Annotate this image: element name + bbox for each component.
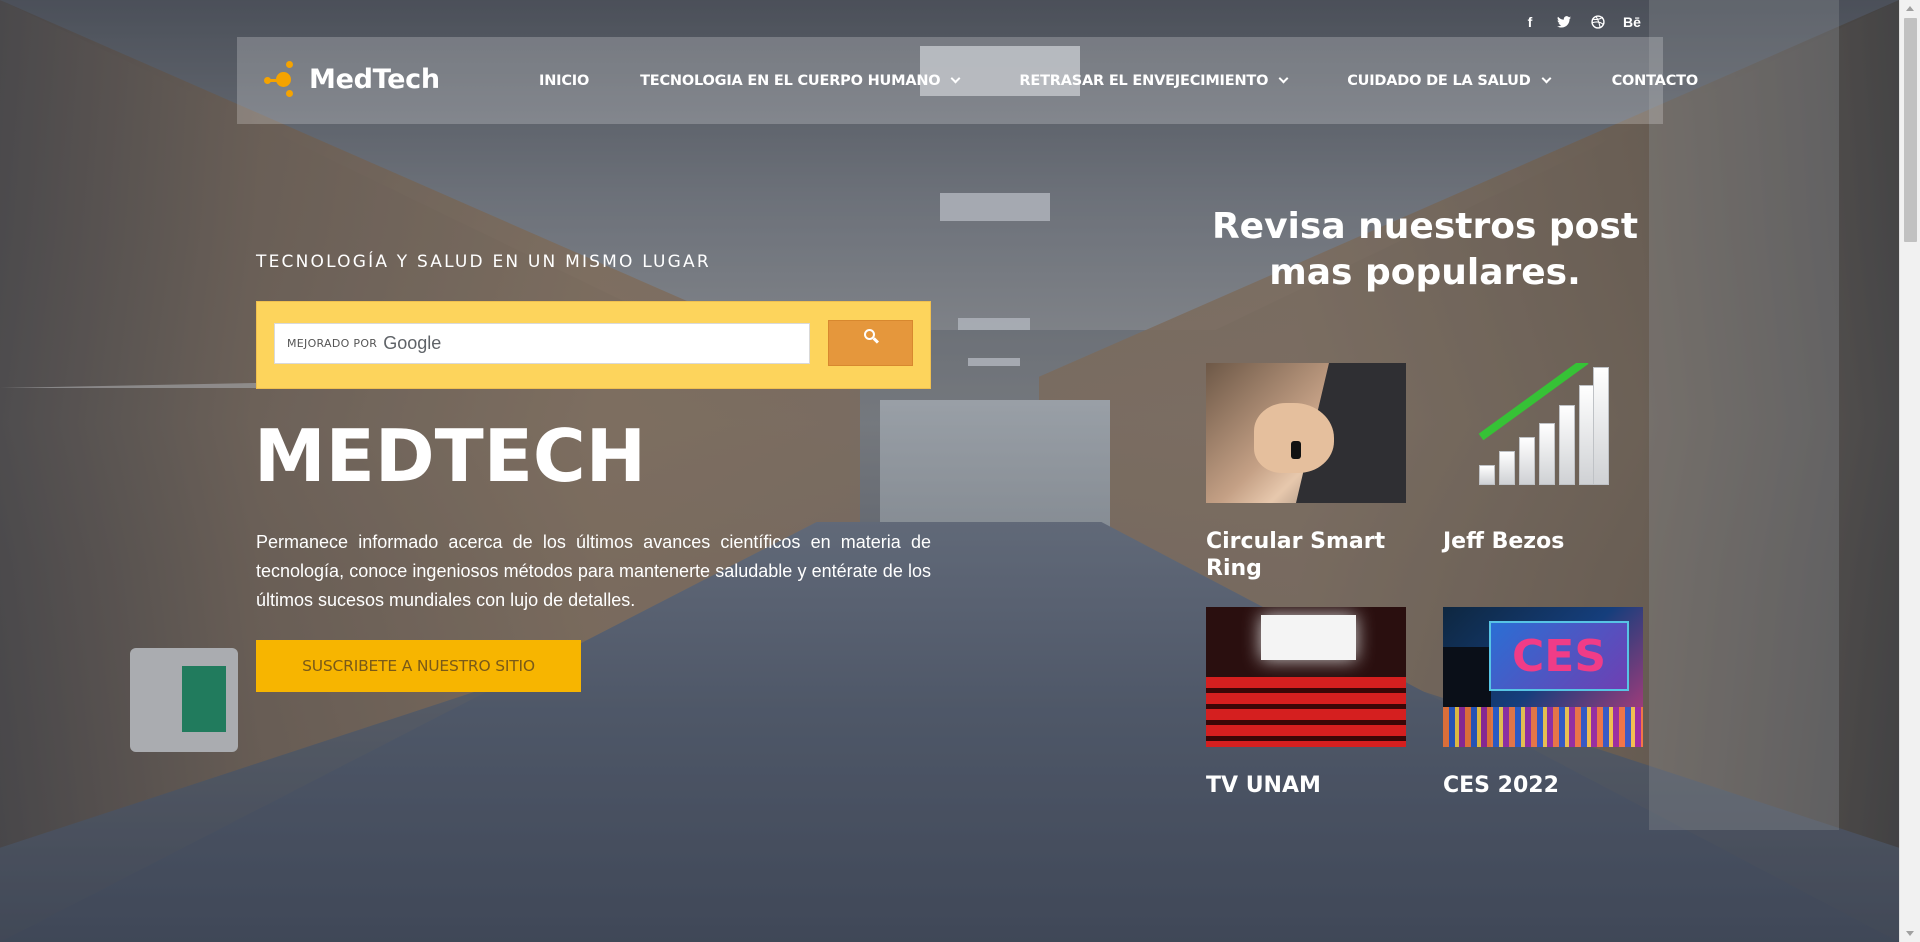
post-title[interactable]: CES 2022: [1443, 772, 1653, 799]
search-powered-by: MEJORADO POR: [287, 337, 378, 350]
post-card-ces-2022[interactable]: CES CES 2022: [1443, 607, 1653, 799]
nav-item-contacto[interactable]: CONTACTO: [1612, 73, 1699, 89]
google-logo: Google: [383, 333, 442, 353]
logo-molecule-icon: [263, 60, 301, 98]
nav-item-retrasar[interactable]: RETRASAR EL ENVEJECIMIENTO: [1019, 73, 1289, 89]
search-input[interactable]: MEJORADO POR Google: [274, 323, 810, 364]
nav-item-inicio[interactable]: INICIO: [539, 73, 589, 89]
ces-sign-text: CES: [1489, 621, 1629, 691]
post-thumbnail[interactable]: [1206, 607, 1406, 747]
scroll-up-icon[interactable]: [1906, 6, 1914, 11]
post-card-jeff-bezos[interactable]: Jeff Bezos: [1443, 363, 1653, 555]
chevron-down-icon: [950, 73, 961, 84]
search-box: MEJORADO POR Google: [256, 301, 931, 389]
post-card-circular-smart-ring[interactable]: Circular Smart Ring: [1206, 363, 1416, 582]
behance-icon[interactable]: Bē: [1615, 12, 1649, 32]
post-thumbnail[interactable]: CES: [1443, 607, 1643, 747]
twitter-icon[interactable]: [1547, 12, 1581, 32]
scroll-down-icon[interactable]: [1906, 931, 1914, 936]
popular-posts-title: Revisa nuestros post mas populares.: [1211, 206, 1639, 293]
facebook-icon[interactable]: f: [1513, 12, 1547, 32]
hero-tagline: TECNOLOGÍA Y SALUD EN UN MISMO LUGAR: [256, 252, 711, 272]
post-thumbnail[interactable]: [1443, 363, 1643, 503]
logo-text: MedTech: [309, 63, 440, 95]
post-title[interactable]: TV UNAM: [1206, 772, 1416, 799]
post-thumbnail[interactable]: [1206, 363, 1406, 503]
search-icon: [863, 329, 879, 344]
scrollbar-thumb[interactable]: [1904, 18, 1917, 242]
main-navbar: MedTech INICIO TECNOLOGIA EN EL CUERPO H…: [237, 37, 1698, 124]
post-title[interactable]: Jeff Bezos: [1443, 528, 1653, 555]
dribbble-icon[interactable]: [1581, 12, 1615, 32]
site-logo[interactable]: MedTech: [263, 60, 440, 98]
nav-item-cuidado[interactable]: CUIDADO DE LA SALUD: [1347, 73, 1552, 89]
page-scrollbar[interactable]: [1899, 0, 1920, 942]
search-button[interactable]: [828, 320, 913, 366]
chevron-down-icon: [1278, 73, 1289, 84]
post-title[interactable]: Circular Smart Ring: [1206, 528, 1416, 582]
social-links: f Bē: [1513, 12, 1649, 32]
chevron-down-icon: [1541, 73, 1552, 84]
subscribe-button[interactable]: SUSCRIBETE A NUESTRO SITIO: [256, 640, 581, 692]
main-menu: INICIO TECNOLOGIA EN EL CUERPO HUMANO RE…: [539, 37, 1698, 124]
post-card-tv-unam[interactable]: TV UNAM: [1206, 607, 1416, 799]
hero-title: MEDTECH: [254, 414, 646, 498]
nav-item-tecnologia[interactable]: TECNOLOGIA EN EL CUERPO HUMANO: [640, 73, 961, 89]
hero-description: Permanece informado acerca de los último…: [256, 532, 931, 610]
